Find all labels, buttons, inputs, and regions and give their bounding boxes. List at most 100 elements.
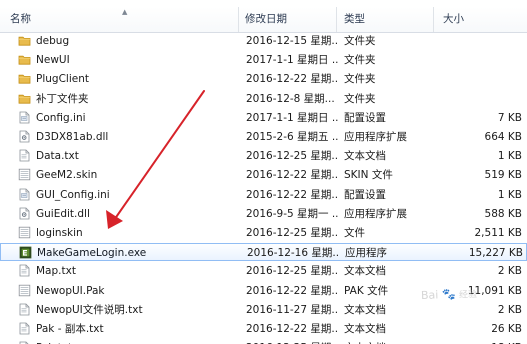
exe-file-icon [19, 246, 32, 259]
file-row[interactable]: NewUI 2017-1-1 星期日 ... 文件夹 [0, 51, 527, 69]
file-type: 文件夹 [344, 54, 376, 67]
file-size: 18 KB [440, 339, 522, 344]
column-header-type[interactable]: 类型 [344, 7, 365, 32]
file-name-cell: NewopUI文件说明.txt [18, 301, 236, 319]
file-name: NewopUI文件说明.txt [36, 303, 143, 316]
file-name-cell: Map.txt [18, 262, 236, 280]
file-row[interactable]: Map.txt 2016-12-25 星期... 文本文档 2 KB [0, 262, 527, 280]
file-name: Config.ini [36, 111, 86, 124]
file-size: 26 KB [491, 323, 522, 335]
file-row-selected[interactable]: MakeGameLogin.exe 2016-12-16 星期... 应用程序 15,… [0, 243, 527, 262]
file-size: 1 KB [497, 188, 522, 201]
file-date: 2016-11-27 星期... [246, 303, 338, 316]
file-row[interactable]: GuiEdit.dll 2016-9-5 星期一 ... 应用程序扩展 588 KB [0, 205, 527, 223]
file-row[interactable]: GUI_Config.ini 2016-12-22 星期... 配置设置 1 KB [0, 186, 527, 204]
file-type: SKIN 文件 [344, 169, 393, 182]
file-name: MakeGameLogin.exe [37, 247, 147, 260]
column-header-date[interactable]: 修改日期 [245, 7, 287, 32]
folder-icon [18, 92, 31, 105]
file-date: 2017-1-1 星期日 ... [246, 111, 338, 124]
skin-file-icon [18, 168, 31, 181]
folder-icon [18, 72, 31, 85]
file-name-cell: debug [18, 32, 236, 50]
config-file-icon [18, 188, 31, 201]
file-row[interactable]: debug 2016-12-15 星期... 文件夹 [0, 32, 527, 50]
file-name-cell: Pak - 副本.txt [18, 320, 236, 338]
sort-arrow-icon: ▲ [122, 8, 128, 16]
file-row[interactable]: NewopUI文件说明.txt 2016-11-27 星期... 文本文档 2 KB [0, 301, 527, 319]
column-header-size[interactable]: 大小 [443, 7, 464, 32]
file-row[interactable]: Config.ini 2017-1-1 星期日 ... 配置设置 7 KB [0, 109, 527, 127]
column-separator[interactable] [336, 7, 337, 32]
file-row[interactable]: Pak.txt 2016-12-25 星期... 文本文档 18 KB [0, 339, 527, 344]
file-type: 文本文档 [344, 339, 434, 344]
file-name: GUI_Config.ini [36, 188, 110, 201]
file-name: PlugClient [36, 73, 89, 86]
file-date: 2016-12-22 星期... [246, 284, 338, 297]
file-name-cell: loginskin [18, 224, 236, 242]
file-name: NewUI [36, 54, 70, 67]
file-type: PAK 文件 [344, 284, 389, 297]
file-name: Data.txt [36, 150, 79, 163]
file-size: 15,227 KB [468, 247, 523, 260]
file-date: 2016-12-16 星期... [247, 247, 339, 260]
file-name: loginskin [36, 227, 83, 239]
file-type: 应用程序扩展 [344, 207, 407, 220]
file-date: 2016-12-22 星期... [246, 188, 338, 201]
file-row[interactable]: 补丁文件夹 2016-12-8 星期... 文件夹 [0, 90, 527, 108]
file-name-cell: GuiEdit.dll [18, 205, 236, 223]
file-row[interactable]: Data.txt 2016-12-25 星期... 文本文档 1 KB [0, 147, 527, 165]
file-row[interactable]: D3DX81ab.dll 2015-2-6 星期五 ... 应用程序扩展 664 KB [0, 128, 527, 146]
file-type: 配置设置 [344, 111, 386, 124]
file-row[interactable]: NewopUI.Pak 2016-12-22 星期... PAK 文件 11,091 … [0, 282, 527, 300]
file-name-cell: Config.ini [18, 109, 236, 127]
file-size: 11,091 KB [467, 284, 522, 297]
file-type: 文本文档 [344, 303, 386, 316]
folder-icon [18, 53, 31, 66]
file-name: Pak.txt [36, 339, 72, 344]
file-row[interactable]: PlugClient 2016-12-22 星期... 文件夹 [0, 70, 527, 88]
file-row[interactable]: GeeM2.skin 2016-12-22 星期... SKIN 文件 519 KB [0, 166, 527, 184]
file-date: 2017-1-1 星期日 ... [246, 54, 338, 67]
column-separator[interactable] [433, 7, 434, 32]
file-date: 2016-12-22 星期... [246, 323, 338, 335]
text-file-icon [18, 149, 31, 162]
file-date: 2016-9-5 星期一 ... [246, 207, 338, 220]
file-size: 7 KB [497, 111, 522, 124]
file-size: 2 KB [497, 303, 522, 316]
file-name: Map.txt [36, 265, 76, 278]
file-size: 664 KB [484, 131, 522, 143]
file-date: 2015-2-6 星期五 ... [246, 131, 338, 143]
file-date: 2016-12-22 星期... [246, 73, 338, 86]
file-date: 2016-12-25 星期... [246, 265, 338, 278]
file-name-cell: NewUI [18, 51, 236, 69]
file-date: 2016-12-22 星期... [246, 169, 338, 182]
file-type: 文本文档 [344, 150, 386, 163]
file-name-cell: D3DX81ab.dll [18, 128, 236, 146]
column-header-name[interactable]: 名称 [10, 7, 31, 32]
file-type: 应用程序扩展 [344, 131, 407, 143]
file-row[interactable]: Pak - 副本.txt 2016-12-22 星期... 文本文档 26 KB [0, 320, 527, 338]
generic-file-icon [18, 226, 31, 239]
file-name: GeeM2.skin [36, 169, 98, 182]
file-type: 文件夹 [344, 35, 376, 47]
file-name: D3DX81ab.dll [36, 131, 109, 143]
file-date: 2016-12-15 星期... [246, 35, 338, 47]
file-type: 配置设置 [344, 188, 386, 201]
file-name: debug [36, 35, 70, 47]
file-name-cell: Pak.txt [18, 339, 236, 344]
column-separator[interactable] [238, 7, 239, 32]
file-name: 补丁文件夹 [36, 92, 89, 105]
text-file-icon [18, 264, 31, 277]
folder-icon [18, 34, 31, 47]
file-type: 文本文档 [344, 265, 386, 278]
file-size [440, 32, 522, 50]
dll-file-icon [18, 207, 31, 220]
file-size: 588 KB [484, 207, 522, 220]
file-size: 1 KB [497, 150, 522, 163]
file-type: 文件 [344, 227, 365, 239]
file-name-cell: Data.txt [18, 147, 236, 165]
file-type: 文件夹 [344, 73, 376, 86]
file-row[interactable]: loginskin 2016-12-25 星期... 文件 2,511 KB [0, 224, 527, 242]
column-header-bar: ▲ 名称 修改日期 类型 大小 [0, 7, 527, 33]
